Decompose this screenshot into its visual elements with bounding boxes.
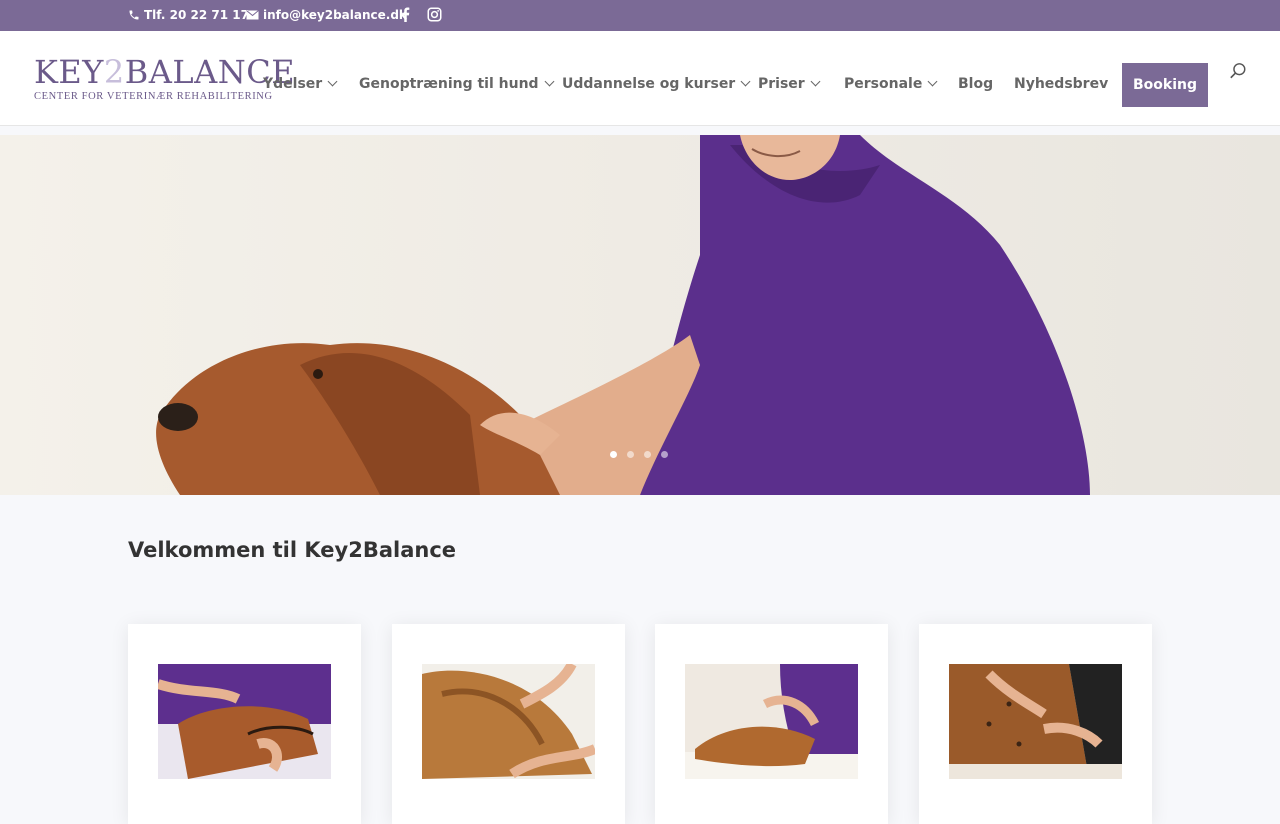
welcome-heading: Velkommen til Key2Balance [128, 538, 457, 562]
chevron-down-icon [810, 76, 821, 86]
booking-button[interactable]: Booking [1122, 63, 1208, 107]
logo-tagline: CENTER FOR VETERINÆR REHABILITERING [34, 91, 273, 102]
top-bar: Tlf. 20 22 71 17 info@key2balance.dk [0, 0, 1280, 31]
nav-item-blog[interactable]: Blog [958, 76, 993, 92]
email-text: info@key2balance.dk [263, 8, 407, 22]
hero-image [156, 135, 1090, 495]
search-button[interactable] [1229, 62, 1247, 84]
chevron-down-icon [927, 76, 938, 86]
phone-icon [129, 10, 139, 20]
search-icon [1230, 63, 1246, 79]
nav-item-priser[interactable]: Priser [758, 76, 821, 92]
slider-dot-2[interactable] [627, 451, 634, 458]
chevron-down-icon [544, 76, 555, 86]
card-image [685, 664, 858, 779]
phone-text: Tlf. 20 22 71 17 [144, 8, 249, 22]
envelope-icon [246, 10, 259, 20]
facebook-icon [402, 7, 410, 22]
instagram-icon [427, 7, 442, 22]
email-link[interactable]: info@key2balance.dk [246, 8, 407, 22]
slider-dot-4[interactable] [661, 451, 668, 458]
instagram-link[interactable] [427, 7, 442, 22]
hero-slider [0, 135, 1280, 495]
service-card[interactable] [128, 624, 361, 824]
facebook-link[interactable] [401, 7, 410, 22]
chevron-down-icon [740, 76, 751, 86]
nav-item-nyhedsbrev[interactable]: Nyhedsbrev [1014, 76, 1108, 92]
card-image [158, 664, 331, 779]
service-card[interactable] [655, 624, 888, 824]
nav-item-genoptraening[interactable]: Genoptræning til hund [359, 76, 555, 92]
service-card[interactable] [919, 624, 1152, 824]
nav-item-uddannelse[interactable]: Uddannelse og kurser [562, 76, 751, 92]
nav-item-personale[interactable]: Personale [844, 76, 938, 92]
service-card[interactable] [392, 624, 625, 824]
phone-link[interactable]: Tlf. 20 22 71 17 [128, 8, 249, 22]
nav-item-ydelser[interactable]: Ydelser [263, 76, 338, 92]
chevron-down-icon [327, 76, 338, 86]
card-image [949, 664, 1122, 779]
slider-dot-1[interactable] [610, 451, 617, 458]
card-image [422, 664, 595, 779]
slider-pagination [610, 451, 668, 458]
slider-dot-3[interactable] [644, 451, 651, 458]
site-header: KEY2BALANCE CENTER FOR VETERINÆR REHABIL… [0, 31, 1280, 126]
